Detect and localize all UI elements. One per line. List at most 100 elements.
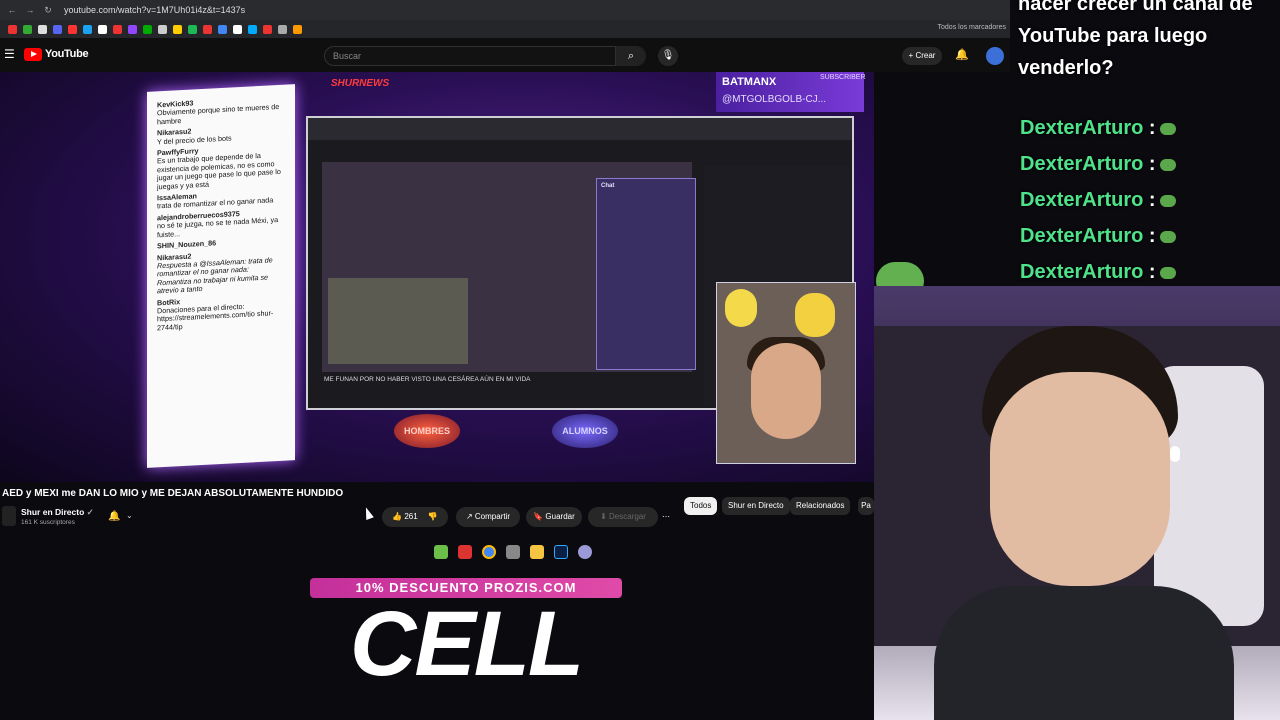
user-avatar[interactable] — [986, 47, 1004, 65]
bookmarks-bar: Todos los marcadores — [0, 20, 1010, 38]
chat-separator: : — [1148, 225, 1156, 247]
pepe-emote-icon — [1159, 122, 1176, 135]
reload-icon[interactable]: ↻ — [42, 5, 54, 16]
all-bookmarks-link[interactable]: Todos los marcadores — [938, 24, 1006, 31]
chat-username: DexterArturo — [1020, 117, 1144, 139]
chevron-down-icon[interactable]: ⌄ — [126, 511, 133, 520]
overlay-chat-message: alejandroberruecos9375 no sé te juzga, no… — [157, 208, 285, 240]
chrome-icon[interactable] — [482, 545, 496, 559]
bookmark-icon[interactable] — [248, 24, 257, 34]
bookmark-icon[interactable] — [68, 24, 77, 34]
back-icon[interactable]: ← — [6, 5, 18, 15]
overlay-chat-message: BotRix Donaciones para el directo: https:… — [157, 292, 285, 332]
filter-chip-related[interactable]: Relacionados — [790, 497, 851, 515]
bookmark-icon[interactable] — [53, 24, 62, 34]
inner-chat-window: Chat — [596, 178, 696, 370]
download-icon: ⬇ — [600, 512, 607, 521]
filter-chip-channel[interactable]: Shur en Directo — [722, 497, 790, 515]
save-button[interactable]: 🔖 Guardar — [526, 507, 582, 527]
bookmark-icon[interactable] — [203, 24, 212, 34]
download-button[interactable]: ⬇ Descargar — [588, 507, 658, 527]
bookmark-icon[interactable] — [128, 24, 137, 34]
verified-icon: ✓ — [86, 507, 94, 517]
person-face — [751, 343, 821, 439]
chat-username: DexterArturo — [1020, 261, 1144, 283]
app-icon[interactable] — [506, 545, 520, 559]
thumbs-down-icon[interactable]: 👎 — [428, 512, 438, 521]
bookmark-icon[interactable] — [263, 24, 272, 34]
address-bar[interactable]: youtube.com/watch?v=1M7Uh01i4z&t=1437s — [64, 5, 245, 15]
channel-name[interactable]: Shur en Directo ✓ — [21, 507, 94, 518]
menu-icon[interactable]: ☰ — [4, 47, 15, 61]
overlay-chat-card: KevKick93 Obviamente porque sino te muere… — [147, 84, 295, 468]
plush-toy — [725, 289, 757, 327]
app-icon[interactable] — [578, 545, 592, 559]
overlay-facecam — [716, 282, 856, 464]
folder-icon[interactable] — [530, 545, 544, 559]
subscriber-handle: @MTGOLBGOLB-CJ... — [722, 94, 827, 105]
channel-name-text: Shur en Directo — [21, 507, 85, 517]
like-button[interactable]: 👍 261 👎 — [382, 507, 448, 527]
youtube-logo-text[interactable]: YouTube — [45, 48, 89, 60]
person-body — [934, 586, 1234, 720]
earbud-icon — [1170, 446, 1180, 462]
youtube-logo-icon[interactable] — [24, 48, 42, 61]
bookmark-icon[interactable] — [278, 24, 287, 34]
person-face — [990, 372, 1170, 586]
plush-toy — [795, 293, 835, 337]
bookmark-icon[interactable] — [143, 24, 152, 34]
search-icon[interactable]: ⌕ — [616, 46, 646, 66]
overlay-chat-message: Nikarasu2 Respuesta a @IssaAleman: trata … — [157, 247, 285, 296]
bookmark-icon[interactable] — [173, 24, 182, 34]
create-button[interactable]: + Crear — [902, 47, 942, 65]
video-player[interactable]: KevKick93 Obviamente porque sino te muere… — [0, 72, 874, 482]
bookmark-icon[interactable] — [83, 24, 92, 34]
pepe-emote-icon — [1159, 158, 1176, 171]
bookmark-icon[interactable] — [188, 24, 197, 34]
subscribed-bell-icon[interactable]: 🔔 — [108, 511, 120, 522]
notifications-bell-icon[interactable]: 🔔 — [955, 48, 969, 61]
bookmark-icon[interactable] — [113, 24, 122, 34]
bookmark-icon: 🔖 — [533, 512, 544, 521]
app-icon[interactable] — [458, 545, 472, 559]
shurnews-logo: SHURNEWS — [330, 78, 390, 89]
channel-avatar[interactable] — [2, 506, 16, 526]
bookmark-icon[interactable] — [38, 24, 47, 34]
overlay-badge-left: HOMBRES — [394, 414, 460, 448]
mic-icon[interactable]: 🎙 — [658, 46, 678, 66]
overlay-chat-message: KevKick93 Obviamente porque sino te muere… — [157, 95, 285, 127]
chat-user: SHIN_Nouzen_86 — [157, 238, 217, 251]
download-label: Descargar — [609, 512, 646, 521]
chat-row: DexterArturo : — [1020, 220, 1176, 252]
bookmark-icon[interactable] — [23, 24, 32, 34]
bookmark-icon[interactable] — [218, 24, 227, 34]
browser-toolbar: ← → ↻ youtube.com/watch?v=1M7Uh01i4z&t=1… — [0, 0, 1010, 20]
share-icon: ↗ — [465, 512, 473, 521]
search-input[interactable]: Buscar — [324, 46, 616, 66]
app-icon[interactable] — [434, 545, 448, 559]
video-title: AED y MEXI me DAN LO MIO y ME DEJAN ABSO… — [2, 488, 344, 499]
photoshop-icon[interactable] — [554, 545, 568, 559]
stream-chat-overlay: hacer crecer un canal de YouTube para lu… — [1014, 0, 1280, 286]
chat-row: DexterArturo : — [1020, 184, 1176, 216]
bookmark-icon[interactable] — [293, 24, 302, 34]
chat-row: DexterArturo : — [1020, 112, 1176, 144]
filter-chip-more[interactable]: Pa — [858, 497, 874, 515]
bookmark-icon[interactable] — [158, 24, 167, 34]
filter-chip-all[interactable]: Todos — [684, 497, 718, 515]
bookmark-icon[interactable] — [233, 24, 242, 34]
chat-row: DexterArturo : — [1020, 256, 1176, 288]
forward-icon[interactable]: → — [24, 5, 36, 15]
bookmark-icon[interactable] — [8, 24, 17, 34]
inner-chat-title: Chat — [601, 183, 615, 189]
inner-webcam — [328, 278, 468, 364]
chat-question: hacer crecer un canal de YouTube para lu… — [1018, 0, 1280, 84]
more-options-icon[interactable]: ⋯ — [660, 507, 672, 527]
share-button[interactable]: ↗ Compartir — [456, 507, 520, 527]
chat-separator: : — [1148, 153, 1156, 175]
chat-username: DexterArturo — [1020, 225, 1144, 247]
chat-question-line: venderlo? — [1018, 57, 1114, 79]
overlay-chat-message: PawffyFurry Es un trabajo que depende de … — [157, 143, 285, 192]
bookmark-icon[interactable] — [98, 24, 107, 34]
chat-question-line: YouTube para luego — [1018, 25, 1208, 47]
